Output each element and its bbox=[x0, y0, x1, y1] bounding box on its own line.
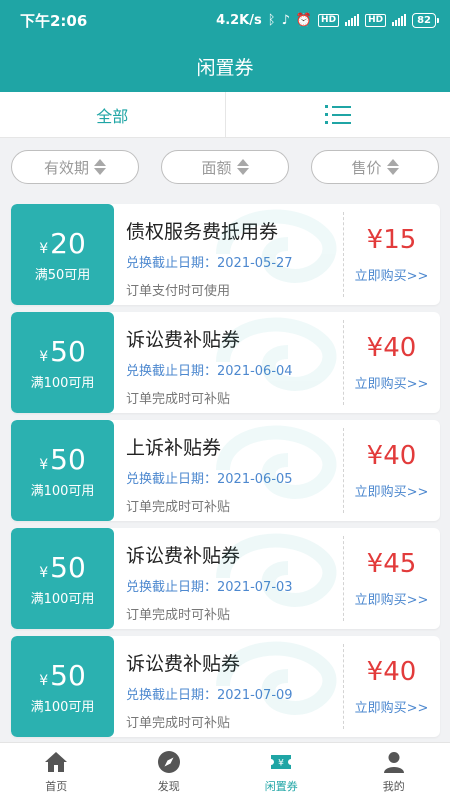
coupon-price: ¥45 bbox=[366, 549, 417, 579]
coupon-card[interactable]: ¥50 满100可用 上诉补贴券 兑换截止日期：2021-06-05 订单完成时… bbox=[11, 420, 440, 521]
status-time: 下午2:06 bbox=[20, 11, 88, 30]
compass-icon bbox=[157, 750, 180, 773]
network-speed: 4.2K/s bbox=[216, 12, 262, 28]
currency-symbol: ¥ bbox=[39, 240, 49, 257]
coupon-amount: 50 bbox=[50, 658, 86, 692]
tab-list-view[interactable] bbox=[224, 92, 450, 137]
coupon-condition: 满50可用 bbox=[34, 267, 91, 283]
coupon-amount: 20 bbox=[50, 226, 86, 260]
status-bar: 下午2:06 4.2K/s ᛒ ♪ ⏰ HD HD 82 bbox=[0, 0, 450, 40]
alarm-icon: ⏰ bbox=[295, 12, 313, 28]
buy-now-link[interactable]: 立即购买>> bbox=[355, 481, 429, 500]
coupon-value: ¥50 满100可用 bbox=[11, 636, 114, 737]
buy-now-link[interactable]: 立即购买>> bbox=[355, 265, 429, 284]
coupon-amount: 50 bbox=[50, 442, 86, 476]
coupon-card[interactable]: ¥50 满100可用 诉讼费补贴券 兑换截止日期：2021-07-09 订单完成… bbox=[11, 636, 440, 737]
battery-icon: 82 bbox=[412, 12, 439, 28]
coupon-info: 债权服务费抵用券 兑换截止日期：2021-05-27 订单支付时可使用 bbox=[114, 204, 343, 305]
nav-home[interactable]: 首页 bbox=[0, 743, 113, 800]
mute-bell-icon: ♪ bbox=[281, 12, 290, 28]
sort-icon bbox=[94, 159, 106, 175]
coupon-price: ¥15 bbox=[366, 225, 417, 255]
coupon-condition: 满100可用 bbox=[30, 483, 95, 499]
coupon-value: ¥20 满50可用 bbox=[11, 204, 114, 305]
app-header: 闲置券 bbox=[0, 40, 450, 92]
coupon-card[interactable]: ¥50 满100可用 诉讼费补贴券 兑换截止日期：2021-06-04 订单完成… bbox=[11, 312, 440, 413]
watermark-swirl-icon bbox=[216, 317, 337, 391]
filter-label: 面额 bbox=[201, 158, 232, 177]
coupon-info: 诉讼费补贴券 兑换截止日期：2021-07-09 订单完成时可补贴 bbox=[114, 636, 343, 737]
signal-icon bbox=[392, 14, 407, 26]
coupon-card[interactable]: ¥20 满50可用 债权服务费抵用券 兑换截止日期：2021-05-27 订单支… bbox=[11, 204, 440, 305]
buy-now-link[interactable]: 立即购买>> bbox=[355, 697, 429, 716]
buy-now-link[interactable]: 立即购买>> bbox=[355, 589, 429, 608]
hd-badge: HD bbox=[365, 13, 387, 27]
coupon-value: ¥50 满100可用 bbox=[11, 420, 114, 521]
coupon-value: ¥50 满100可用 bbox=[11, 528, 114, 629]
nav-discover[interactable]: 发现 bbox=[113, 743, 226, 800]
ticket-icon: ¥ bbox=[271, 754, 292, 769]
filter-validity[interactable]: 有效期 bbox=[11, 150, 139, 184]
nav-idle-coupons[interactable]: ¥ 闲置券 bbox=[225, 743, 338, 800]
coupon-card[interactable]: ¥50 满100可用 诉讼费补贴券 兑换截止日期：2021-07-03 订单完成… bbox=[11, 528, 440, 629]
sort-icon bbox=[236, 159, 249, 175]
home-icon bbox=[45, 751, 68, 772]
nav-label: 发现 bbox=[157, 779, 180, 793]
currency-symbol: ¥ bbox=[39, 348, 49, 365]
currency-symbol: ¥ bbox=[39, 672, 49, 689]
watermark-swirl-icon bbox=[216, 641, 337, 715]
coupon-price: ¥40 bbox=[366, 441, 417, 471]
nav-mine[interactable]: 我的 bbox=[338, 743, 450, 800]
bottom-nav: 首页 发现 ¥ 闲置券 我的 bbox=[0, 742, 450, 800]
nav-label: 闲置券 bbox=[264, 779, 298, 793]
nav-label: 首页 bbox=[45, 779, 68, 793]
view-tabs: 全部 bbox=[0, 92, 450, 138]
coupon-purchase: ¥15 立即购买>> bbox=[343, 204, 440, 305]
page-title: 闲置券 bbox=[196, 56, 254, 79]
coupon-condition: 满100可用 bbox=[30, 699, 95, 715]
coupon-purchase: ¥40 立即购买>> bbox=[343, 312, 440, 413]
list-icon bbox=[324, 105, 351, 124]
tab-all-label: 全部 bbox=[96, 106, 129, 126]
signal-icon bbox=[345, 14, 360, 26]
coupon-price: ¥40 bbox=[366, 657, 417, 687]
coupon-purchase: ¥45 立即购买>> bbox=[343, 528, 440, 629]
filter-label: 有效期 bbox=[43, 158, 89, 177]
coupon-purchase: ¥40 立即购买>> bbox=[343, 636, 440, 737]
coupon-list: ¥20 满50可用 债权服务费抵用券 兑换截止日期：2021-05-27 订单支… bbox=[11, 204, 440, 744]
coupon-info: 诉讼费补贴券 兑换截止日期：2021-07-03 订单完成时可补贴 bbox=[114, 528, 343, 629]
filter-label: 售价 bbox=[351, 158, 382, 177]
tab-all[interactable]: 全部 bbox=[0, 92, 225, 137]
coupon-purchase: ¥40 立即购买>> bbox=[343, 420, 440, 521]
svg-text:¥: ¥ bbox=[278, 758, 284, 768]
coupon-amount: 50 bbox=[50, 334, 86, 368]
coupon-condition: 满100可用 bbox=[30, 591, 95, 607]
bluetooth-icon: ᛒ bbox=[267, 12, 276, 28]
sort-icon bbox=[386, 159, 399, 175]
coupon-price: ¥40 bbox=[366, 333, 417, 363]
nav-label: 我的 bbox=[382, 779, 405, 793]
coupon-info: 诉讼费补贴券 兑换截止日期：2021-06-04 订单完成时可补贴 bbox=[114, 312, 343, 413]
filter-denomination[interactable]: 面额 bbox=[161, 150, 289, 184]
buy-now-link[interactable]: 立即购买>> bbox=[355, 373, 429, 392]
watermark-swirl-icon bbox=[216, 533, 337, 607]
watermark-swirl-icon bbox=[216, 209, 337, 283]
filter-bar: 有效期 面额 售价 bbox=[0, 138, 450, 196]
watermark-swirl-icon bbox=[216, 425, 337, 499]
coupon-condition: 满100可用 bbox=[30, 375, 95, 391]
coupon-amount: 50 bbox=[50, 550, 86, 584]
status-icons: 4.2K/s ᛒ ♪ ⏰ HD HD 82 bbox=[216, 12, 439, 28]
currency-symbol: ¥ bbox=[39, 456, 49, 473]
currency-symbol: ¥ bbox=[39, 564, 49, 581]
hd-badge: HD bbox=[318, 13, 340, 27]
filter-price[interactable]: 售价 bbox=[311, 150, 439, 184]
coupon-value: ¥50 满100可用 bbox=[11, 312, 114, 413]
coupon-info: 上诉补贴券 兑换截止日期：2021-06-05 订单完成时可补贴 bbox=[114, 420, 343, 521]
user-icon bbox=[383, 751, 404, 773]
